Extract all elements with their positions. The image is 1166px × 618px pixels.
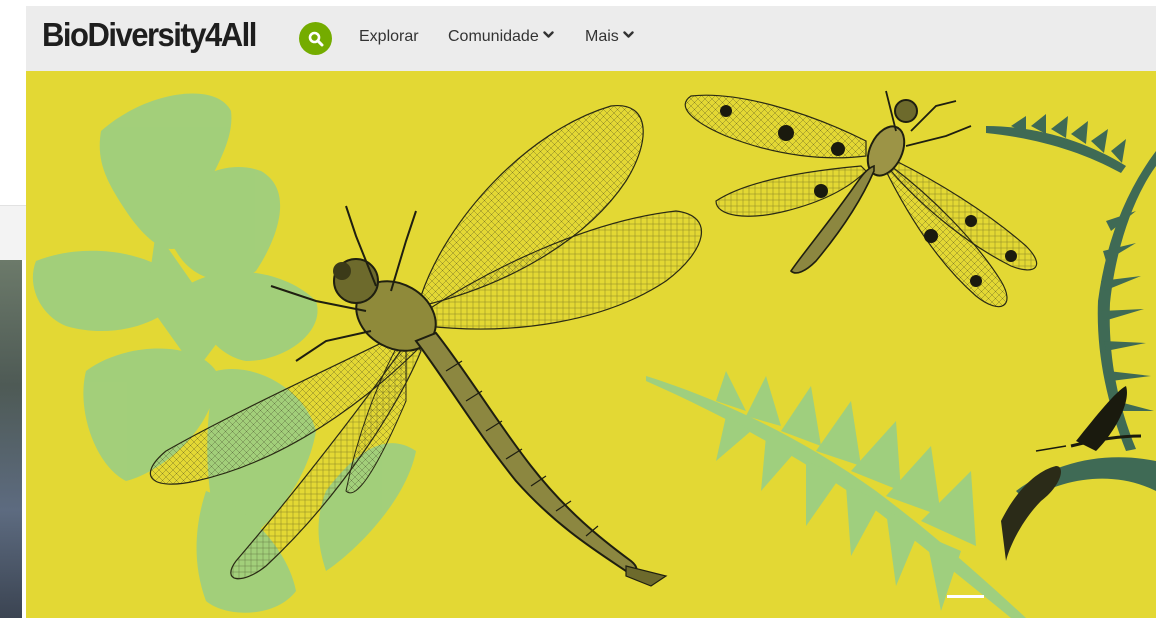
top-navbar: BioDiversity4All Explorar Comunidade Mai… [26,6,1156,71]
search-button[interactable] [299,22,332,55]
carousel-indicator-active[interactable] [947,595,984,598]
nav-mais[interactable]: Mais [585,26,634,48]
nav-explorar-label: Explorar [359,28,419,45]
hero-illustration [32,90,1156,618]
fern-dark-shape [986,114,1156,451]
main-window: BioDiversity4All Explorar Comunidade Mai… [26,6,1156,618]
leaf-shape [32,93,416,613]
site-logo[interactable]: BioDiversity4All [42,15,257,55]
nav-comunidade-label: Comunidade [448,28,539,45]
hero-banner [26,71,1156,618]
nav-mais-label: Mais [585,28,619,45]
chevron-down-icon [623,31,634,38]
chevron-down-icon [543,31,554,38]
background-page-photo [0,260,22,618]
search-icon [308,31,323,46]
dragonfly-spotted [684,90,1038,308]
background-page-bar [0,205,26,260]
mayfly [1001,386,1156,561]
nav-comunidade[interactable]: Comunidade [448,26,554,48]
background-page [0,0,26,618]
nav-explorar[interactable]: Explorar [359,26,419,48]
fern-shape [646,371,1026,618]
